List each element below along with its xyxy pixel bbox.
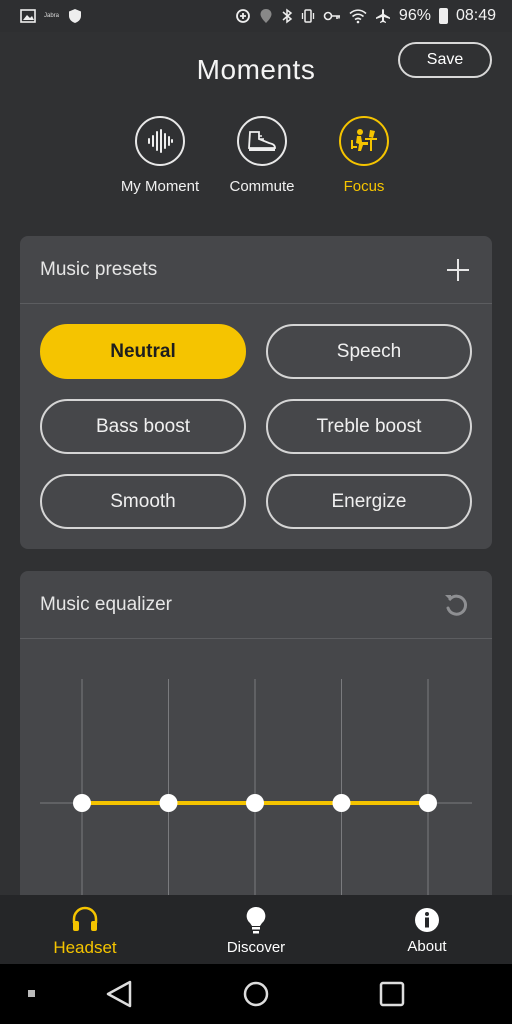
bluetooth-icon (282, 8, 293, 24)
desk-worker-icon (351, 129, 377, 151)
shield-icon (69, 9, 82, 23)
wifi-icon (349, 9, 367, 24)
nav-label: Headset (53, 937, 117, 957)
moment-circle (135, 116, 185, 166)
save-button[interactable]: Save (398, 42, 492, 78)
key-icon (323, 11, 340, 21)
preset-grid: Neutral Speech Bass boost Treble boost S… (20, 304, 492, 549)
moment-label: Commute (229, 178, 295, 195)
eq-band-handle[interactable] (332, 794, 351, 812)
presets-header: Music presets (20, 236, 492, 304)
nav-label: Discover (226, 939, 286, 956)
status-bar: Jabra 96% 08:49 (0, 0, 512, 32)
equalizer-graph (40, 679, 472, 911)
back-icon[interactable] (106, 980, 132, 1008)
sneaker-icon (248, 131, 276, 151)
nav-discover[interactable]: Discover (191, 895, 321, 964)
home-icon[interactable] (243, 981, 269, 1007)
preset-speech[interactable]: Speech (266, 324, 472, 379)
music-equalizer-card: Music equalizer (20, 571, 492, 911)
equalizer-area (20, 639, 492, 911)
system-nav-bar (0, 964, 512, 1024)
status-right: 96% 08:49 (235, 7, 496, 25)
lightbulb-icon (246, 906, 266, 934)
moments-selector: My Moment Commute Focus (110, 116, 416, 195)
nav-label: About (407, 938, 447, 955)
nav-headset[interactable]: Headset (20, 895, 150, 964)
moment-circle (339, 116, 389, 166)
moment-circle (237, 116, 287, 166)
system-nav-icons (28, 980, 405, 1008)
location-icon (260, 9, 272, 23)
preset-bass-boost[interactable]: Bass boost (40, 399, 246, 454)
eq-band-handle[interactable] (73, 794, 91, 812)
nav-about[interactable]: About (362, 895, 492, 964)
bottom-nav: Headset Discover About (0, 895, 512, 964)
music-presets-card: Music presets Neutral Speech Bass boost … (20, 236, 492, 549)
battery-icon (438, 8, 448, 24)
headphones-icon (72, 906, 98, 931)
vibrate-icon (301, 9, 315, 23)
preset-energize[interactable]: Energize (266, 474, 472, 529)
moment-focus[interactable]: Focus (314, 116, 414, 195)
preset-neutral[interactable]: Neutral (40, 324, 246, 379)
plus-icon[interactable] (446, 258, 470, 282)
battery-percent: 96% (398, 7, 431, 24)
moment-label: Focus (343, 178, 385, 195)
recents-dot-icon[interactable] (28, 990, 35, 997)
airplane-icon (375, 9, 390, 23)
header: Moments Save (0, 32, 512, 112)
preset-smooth[interactable]: Smooth (40, 474, 246, 529)
moment-label: My Moment (120, 178, 200, 195)
status-left: Jabra (20, 8, 83, 24)
app-notification-label: Jabra (44, 13, 60, 19)
moment-my-moment[interactable]: My Moment (110, 116, 210, 195)
overview-icon[interactable] (379, 981, 405, 1007)
equalizer-header: Music equalizer (20, 571, 492, 639)
equalizer-title: Music equalizer (40, 593, 172, 615)
eq-band-handle[interactable] (159, 794, 178, 812)
presets-title: Music presets (40, 258, 158, 280)
info-icon (415, 908, 439, 932)
eq-band-handle[interactable] (419, 794, 437, 812)
moment-commute[interactable]: Commute (212, 116, 312, 195)
soundwave-icon (148, 129, 173, 153)
image-icon (20, 9, 36, 23)
data-saver-icon (236, 9, 250, 23)
preset-treble-boost[interactable]: Treble boost (266, 399, 472, 454)
eq-band-handle[interactable] (246, 794, 264, 812)
reset-icon[interactable] (442, 591, 470, 619)
clock: 08:49 (455, 7, 496, 24)
